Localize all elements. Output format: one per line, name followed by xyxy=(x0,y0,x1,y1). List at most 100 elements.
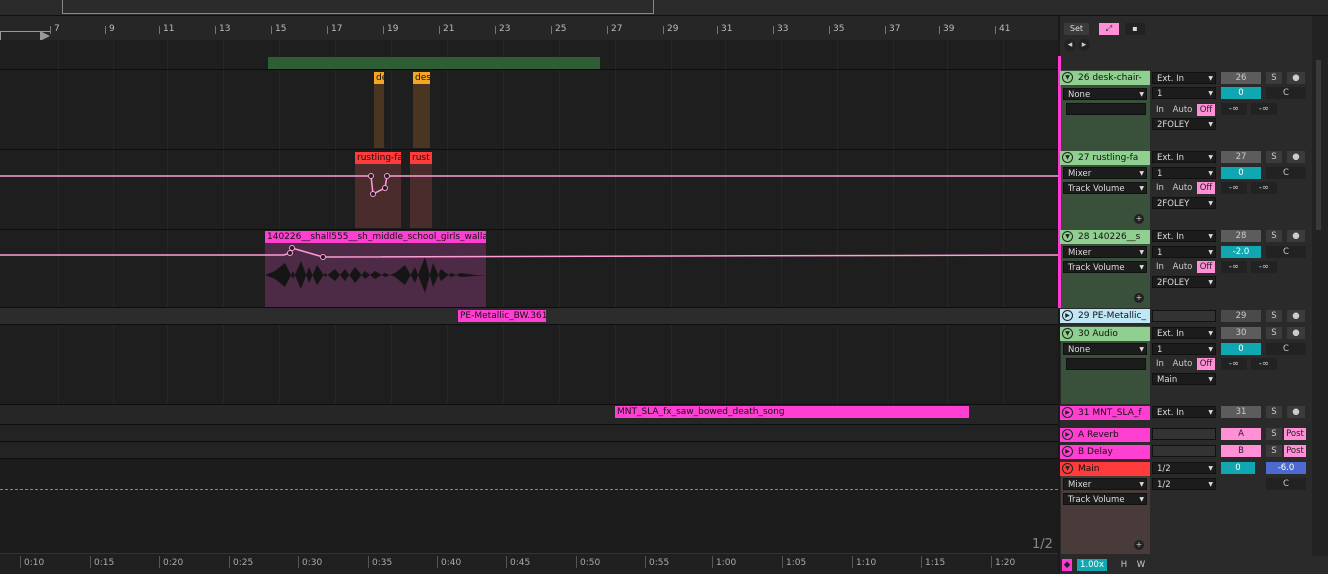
arm-button[interactable]: ● xyxy=(1287,151,1305,163)
pan-field[interactable]: C xyxy=(1266,87,1306,99)
automation-device-select[interactable]: Mixer xyxy=(1063,246,1147,258)
monitor-in[interactable]: In xyxy=(1153,358,1167,370)
track-30-header[interactable]: ▼ 30 Audio xyxy=(1060,327,1150,341)
track-field[interactable] xyxy=(1152,310,1216,322)
input-select[interactable]: Ext. In xyxy=(1152,151,1216,163)
channel-select[interactable]: 1 xyxy=(1152,87,1216,99)
channel-select[interactable]: 1 xyxy=(1152,343,1216,355)
h-button[interactable]: H xyxy=(1118,559,1130,571)
automation-param-select[interactable]: Track Volume xyxy=(1063,261,1147,273)
pan-field[interactable]: C xyxy=(1266,167,1306,179)
track-number[interactable]: 27 xyxy=(1221,151,1261,163)
track-lane-27[interactable]: rustling-fa rust xyxy=(0,150,1058,230)
monitor-auto[interactable]: Auto xyxy=(1170,261,1195,273)
arrangement-view[interactable]: de des rustling-fa rust 140226__shall555… xyxy=(0,40,1058,553)
track-29-header[interactable]: ▶ 29 PE-Metallic_ xyxy=(1060,309,1150,323)
return-a-header[interactable]: ▶ A Reverb xyxy=(1060,428,1150,442)
pan-field[interactable]: C xyxy=(1266,478,1306,490)
input-select[interactable]: Ext. In xyxy=(1152,230,1216,242)
return-lane-a[interactable] xyxy=(0,425,1058,442)
volume-field[interactable]: 0 xyxy=(1221,87,1261,99)
scrollbar[interactable] xyxy=(1316,60,1321,230)
arm-button[interactable]: ● xyxy=(1287,310,1305,322)
track-lane-31[interactable]: MNT_SLA_fx_saw_bowed_death_song xyxy=(0,405,1058,425)
track-number[interactable]: 28 xyxy=(1221,230,1261,242)
main-lane[interactable] xyxy=(0,459,1058,553)
volume-field[interactable]: -2.0 xyxy=(1221,246,1261,258)
audio-clip[interactable] xyxy=(268,57,600,69)
monitor-in[interactable]: In xyxy=(1153,182,1167,194)
cue-volume-field[interactable]: 0 xyxy=(1221,462,1255,474)
clip-body[interactable] xyxy=(374,84,384,148)
track-31-header[interactable]: ▶ 31 MNT_SLA_f xyxy=(1060,406,1150,420)
link-button[interactable]: ⤢ xyxy=(1099,23,1119,35)
output-select[interactable]: 2FOLEY xyxy=(1152,118,1216,130)
arm-button[interactable]: ● xyxy=(1287,327,1305,339)
track-field[interactable] xyxy=(1066,358,1146,370)
return-lane-b[interactable] xyxy=(0,442,1058,459)
channel-select[interactable]: 1 xyxy=(1152,246,1216,258)
pan-field[interactable]: C xyxy=(1266,343,1306,355)
clip-header[interactable]: MNT_SLA_fx_saw_bowed_death_song xyxy=(615,406,969,418)
w-button[interactable]: W xyxy=(1135,559,1147,571)
monitor-off[interactable]: Off xyxy=(1197,358,1215,370)
output-select[interactable]: 2FOLEY xyxy=(1152,197,1216,209)
track-number[interactable]: 29 xyxy=(1221,310,1261,322)
output-select[interactable]: 2FOLEY xyxy=(1152,276,1216,288)
track-lane-29[interactable]: PE-Metallic_BW.361 xyxy=(0,308,1058,325)
automation-param-select[interactable]: Track Volume xyxy=(1063,493,1147,505)
post-button[interactable]: Post xyxy=(1284,428,1306,440)
volume-field[interactable]: 0 xyxy=(1221,167,1261,179)
fold-toggle-icon[interactable]: ◆ xyxy=(1062,559,1072,571)
post-button[interactable]: Post xyxy=(1284,445,1306,457)
beat-ruler[interactable]: 7 9 11 13 15 17 19 21 23 25 27 29 31 33 … xyxy=(0,16,1058,40)
input-type-select[interactable]: None xyxy=(1063,88,1147,100)
clip-header[interactable]: de xyxy=(374,72,384,84)
volume-field[interactable]: 0 xyxy=(1221,343,1261,355)
send-b-button[interactable]: B xyxy=(1221,445,1261,457)
pan-field[interactable]: C xyxy=(1266,246,1306,258)
add-lane-button[interactable]: + xyxy=(1134,293,1144,303)
track-27-header[interactable]: ▼ 27 rustling-fa xyxy=(1060,151,1150,165)
set-button[interactable]: Set xyxy=(1064,23,1089,35)
track-28-header[interactable]: ▼ 28 140226__s xyxy=(1060,230,1150,244)
input-select[interactable]: Ext. In xyxy=(1152,406,1216,418)
track-number[interactable]: 26 xyxy=(1221,72,1261,84)
main-volume-field[interactable]: -6.0 xyxy=(1266,462,1306,474)
track-number[interactable]: 30 xyxy=(1221,327,1261,339)
add-lane-button[interactable]: + xyxy=(1134,540,1144,550)
automation-device-select[interactable]: Mixer xyxy=(1063,167,1147,179)
main-output-select[interactable]: 1/2 xyxy=(1152,478,1216,490)
time-ruler[interactable]: 0:10 0:15 0:20 0:25 0:30 0:35 0:40 0:45 … xyxy=(0,553,1058,574)
send-a-button[interactable]: A xyxy=(1221,428,1261,440)
main-track-header[interactable]: ▼ Main xyxy=(1060,462,1150,476)
automation-line[interactable] xyxy=(0,230,1058,308)
solo-button[interactable]: S xyxy=(1266,406,1282,418)
channel-select[interactable]: 1 xyxy=(1152,167,1216,179)
nav-right-button[interactable]: ▸ xyxy=(1078,39,1090,51)
zoom-field[interactable]: 1.00x xyxy=(1077,559,1107,571)
main-automation-line[interactable] xyxy=(0,489,1058,490)
lock-icon[interactable]: ▪ xyxy=(1125,23,1145,35)
solo-button[interactable]: S xyxy=(1266,310,1282,322)
track-lane-28[interactable]: 140226__shall555__sh_middle_school_girls… xyxy=(0,230,1058,308)
input-select[interactable]: Ext. In xyxy=(1152,72,1216,84)
monitor-in[interactable]: In xyxy=(1153,261,1167,273)
arm-button[interactable]: ● xyxy=(1287,72,1305,84)
return-b-header[interactable]: ▶ B Delay xyxy=(1060,445,1150,459)
arm-button[interactable]: ● xyxy=(1287,406,1305,418)
track-26-header[interactable]: ▼ 26 desk-chair- xyxy=(1060,71,1150,85)
clip-header[interactable]: des xyxy=(413,72,430,84)
arm-button[interactable]: ● xyxy=(1287,230,1305,242)
solo-button[interactable]: S xyxy=(1266,230,1282,242)
input-type-select[interactable]: None xyxy=(1063,343,1147,355)
track-number[interactable]: 31 xyxy=(1221,406,1261,418)
add-lane-button[interactable]: + xyxy=(1134,214,1144,224)
monitor-in[interactable]: In xyxy=(1153,104,1167,116)
track-lane-30[interactable] xyxy=(0,325,1058,405)
nav-left-button[interactable]: ◂ xyxy=(1064,39,1076,51)
monitor-auto[interactable]: Auto xyxy=(1170,358,1195,370)
track-field[interactable] xyxy=(1066,103,1146,115)
solo-button[interactable]: S xyxy=(1266,72,1282,84)
monitor-auto[interactable]: Auto xyxy=(1170,182,1195,194)
